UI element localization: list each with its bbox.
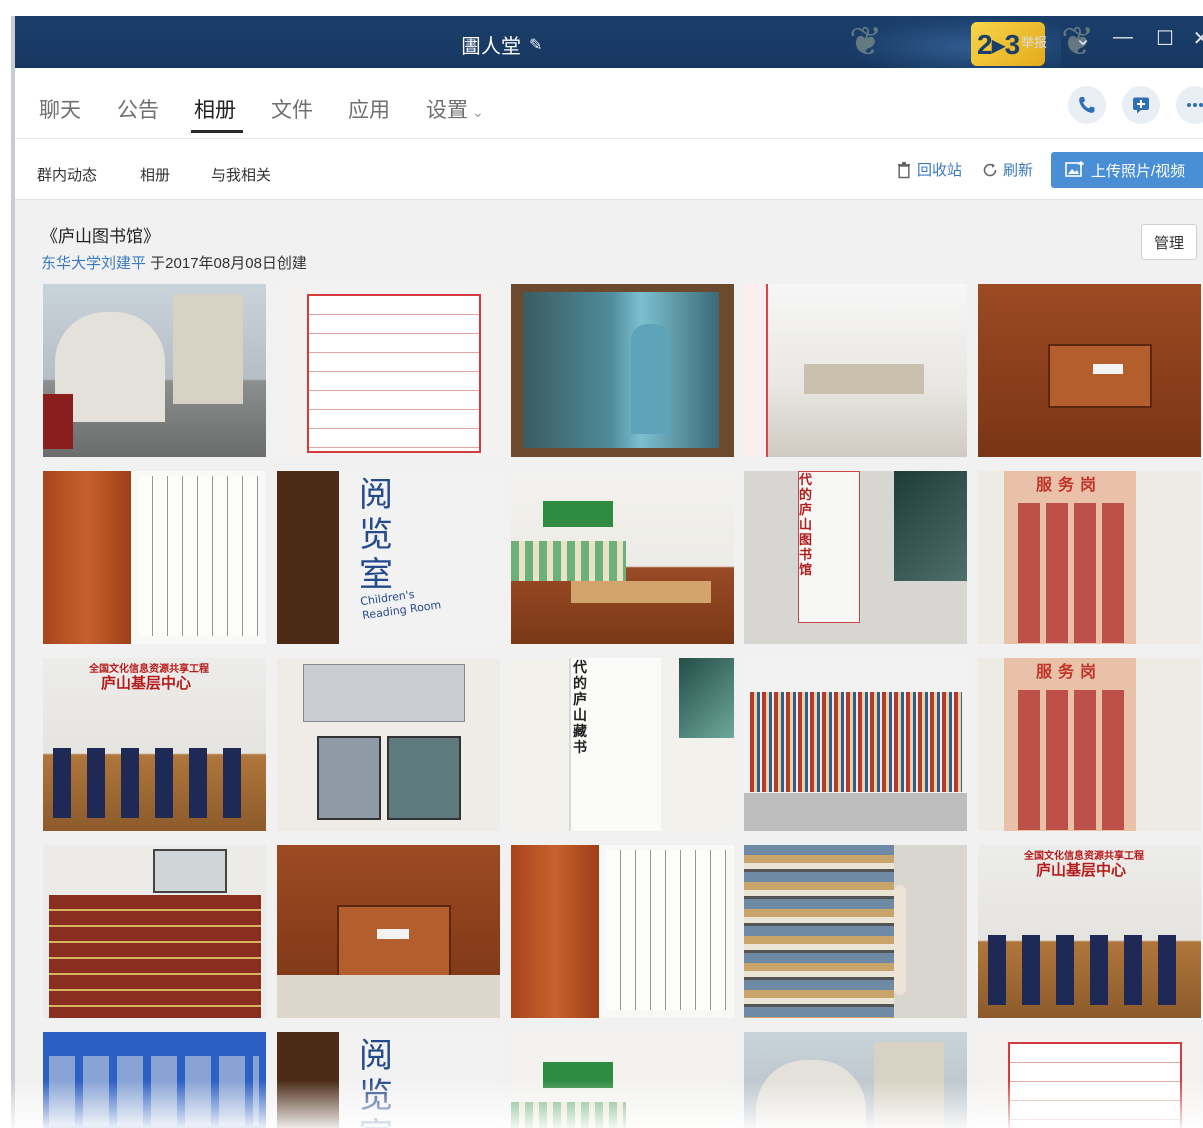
laurel-left-icon: ❦ bbox=[849, 20, 883, 64]
minimize-icon[interactable]: — bbox=[1109, 26, 1137, 49]
add-chat-button[interactable] bbox=[1122, 86, 1160, 124]
recycle-bin-label: 回收站 bbox=[917, 162, 963, 179]
main-tabs: 聊天 公告 相册 文件 应用 设置 ⌄ bbox=[11, 68, 1203, 139]
photo-caption: 服务岗 bbox=[1036, 662, 1103, 681]
photo-thumbnail[interactable] bbox=[744, 1032, 967, 1128]
photo-thumbnail[interactable]: 阅览室 Children's Reading Room bbox=[277, 471, 500, 644]
photo-thumbnail[interactable]: 代的庐山藏书 bbox=[511, 658, 734, 831]
level-badge-number: 2▸3 bbox=[977, 29, 1020, 60]
photo-thumbnail[interactable]: 全国文化信息资源共享工程 庐山基层中心 bbox=[978, 845, 1201, 1018]
tab-chat[interactable]: 聊天 bbox=[39, 94, 81, 124]
group-title: 圕人堂 bbox=[461, 36, 521, 58]
photo-thumbnail[interactable] bbox=[978, 284, 1201, 457]
photo-thumbnail[interactable] bbox=[43, 471, 266, 644]
photo-thumbnail[interactable] bbox=[511, 471, 734, 644]
photo-thumbnail[interactable]: 服务岗 bbox=[978, 658, 1201, 831]
phone-icon bbox=[1079, 97, 1095, 113]
photo-thumbnail[interactable] bbox=[511, 1032, 734, 1128]
tab-album[interactable]: 相册 bbox=[194, 94, 236, 124]
photo-caption: 庐山基层中心 bbox=[101, 674, 192, 692]
chevron-down-icon[interactable]: ⌄ bbox=[1069, 26, 1097, 51]
album-subbar: 群内动态 相册 与我相关 回收站 刷新 上传照片/视频 bbox=[11, 139, 1203, 200]
tab-files[interactable]: 文件 bbox=[271, 94, 313, 124]
upload-label: 上传照片/视频 bbox=[1091, 162, 1186, 180]
trash-icon bbox=[898, 161, 910, 178]
photo-thumbnail[interactable]: 阅览室 bbox=[277, 1032, 500, 1128]
phone-call-button[interactable] bbox=[1068, 86, 1106, 124]
photo-thumbnail[interactable]: 代的庐山图书馆 bbox=[744, 471, 967, 644]
photo-thumbnail[interactable]: 全国文化信息资源共享工程 庐山基层中心 bbox=[43, 658, 266, 831]
refresh-button[interactable]: 刷新 bbox=[981, 159, 1033, 180]
tab-apps[interactable]: 应用 bbox=[348, 94, 390, 124]
photo-thumbnail[interactable] bbox=[511, 284, 734, 457]
title-bar: 圕人堂 ✎ ❦ 2▸3 ❦ 举报 ⌄ — ☐ ✕ bbox=[11, 16, 1203, 68]
photo-thumbnail[interactable] bbox=[43, 1032, 266, 1128]
album-created-date: 于2017年08月08日创建 bbox=[146, 255, 307, 272]
subtab-album[interactable]: 相册 bbox=[140, 164, 170, 185]
photo-thumbnail[interactable] bbox=[744, 658, 967, 831]
upload-image-icon bbox=[1065, 161, 1085, 177]
photo-thumbnail[interactable] bbox=[277, 845, 500, 1018]
photo-caption: 阅览室 bbox=[359, 475, 393, 595]
photo-caption: 阅览室 bbox=[359, 1036, 393, 1128]
photo-thumbnail[interactable] bbox=[43, 284, 266, 457]
maximize-icon[interactable]: ☐ bbox=[1151, 26, 1179, 51]
edit-pencil-icon[interactable]: ✎ bbox=[529, 35, 542, 55]
recycle-bin-button[interactable]: 回收站 bbox=[895, 159, 962, 180]
tab-settings[interactable]: 设置 ⌄ bbox=[426, 94, 484, 124]
upload-photo-video-button[interactable]: 上传照片/视频 bbox=[1051, 152, 1203, 188]
refresh-icon bbox=[983, 163, 997, 176]
report-link[interactable]: 举报 bbox=[1021, 32, 1047, 51]
photo-caption: 代的庐山图书馆 bbox=[799, 473, 813, 578]
album-author-link[interactable]: 东华大学刘建平 bbox=[41, 255, 146, 272]
photo-caption: 代的庐山藏书 bbox=[573, 660, 587, 756]
window-left-edge bbox=[11, 16, 15, 1128]
tab-settings-label: 设置 bbox=[426, 99, 468, 122]
album-title: 《庐山图书馆》 bbox=[41, 227, 160, 246]
photo-caption: 服务岗 bbox=[1036, 475, 1103, 494]
photo-thumbnail[interactable] bbox=[277, 284, 500, 457]
close-icon[interactable]: ✕ bbox=[1187, 26, 1203, 51]
album-content: 《庐山图书馆》 东华大学刘建平 于2017年08月08日创建 管理 阅览室 Ch… bbox=[11, 200, 1203, 1128]
subtab-group-feed[interactable]: 群内动态 bbox=[37, 164, 97, 185]
photo-thumbnail[interactable] bbox=[511, 845, 734, 1018]
photo-thumbnail[interactable]: 服务岗 bbox=[978, 471, 1201, 644]
photo-thumbnail[interactable] bbox=[744, 284, 967, 457]
chat-plus-icon bbox=[1133, 97, 1149, 114]
group-title-area[interactable]: 圕人堂 ✎ bbox=[461, 30, 542, 59]
photo-thumbnail[interactable] bbox=[43, 845, 266, 1018]
more-dots-icon bbox=[1187, 103, 1203, 107]
tab-announcement[interactable]: 公告 bbox=[117, 94, 159, 124]
photo-caption: 庐山基层中心 bbox=[1036, 861, 1127, 879]
manage-button[interactable]: 管理 bbox=[1141, 224, 1197, 260]
subtab-related-to-me[interactable]: 与我相关 bbox=[211, 164, 271, 185]
refresh-label: 刷新 bbox=[1003, 162, 1034, 179]
photo-thumbnail[interactable] bbox=[978, 1032, 1201, 1128]
album-meta: 东华大学刘建平 于2017年08月08日创建 bbox=[41, 252, 307, 273]
photo-thumbnail[interactable] bbox=[277, 658, 500, 831]
photo-thumbnail[interactable] bbox=[744, 845, 967, 1018]
chevron-down-icon: ⌄ bbox=[472, 104, 484, 120]
qq-group-window: 圕人堂 ✎ ❦ 2▸3 ❦ 举报 ⌄ — ☐ ✕ 聊天 公告 相册 文件 应用 … bbox=[11, 16, 1203, 1128]
more-button[interactable] bbox=[1176, 86, 1203, 124]
active-tab-indicator bbox=[191, 130, 243, 133]
